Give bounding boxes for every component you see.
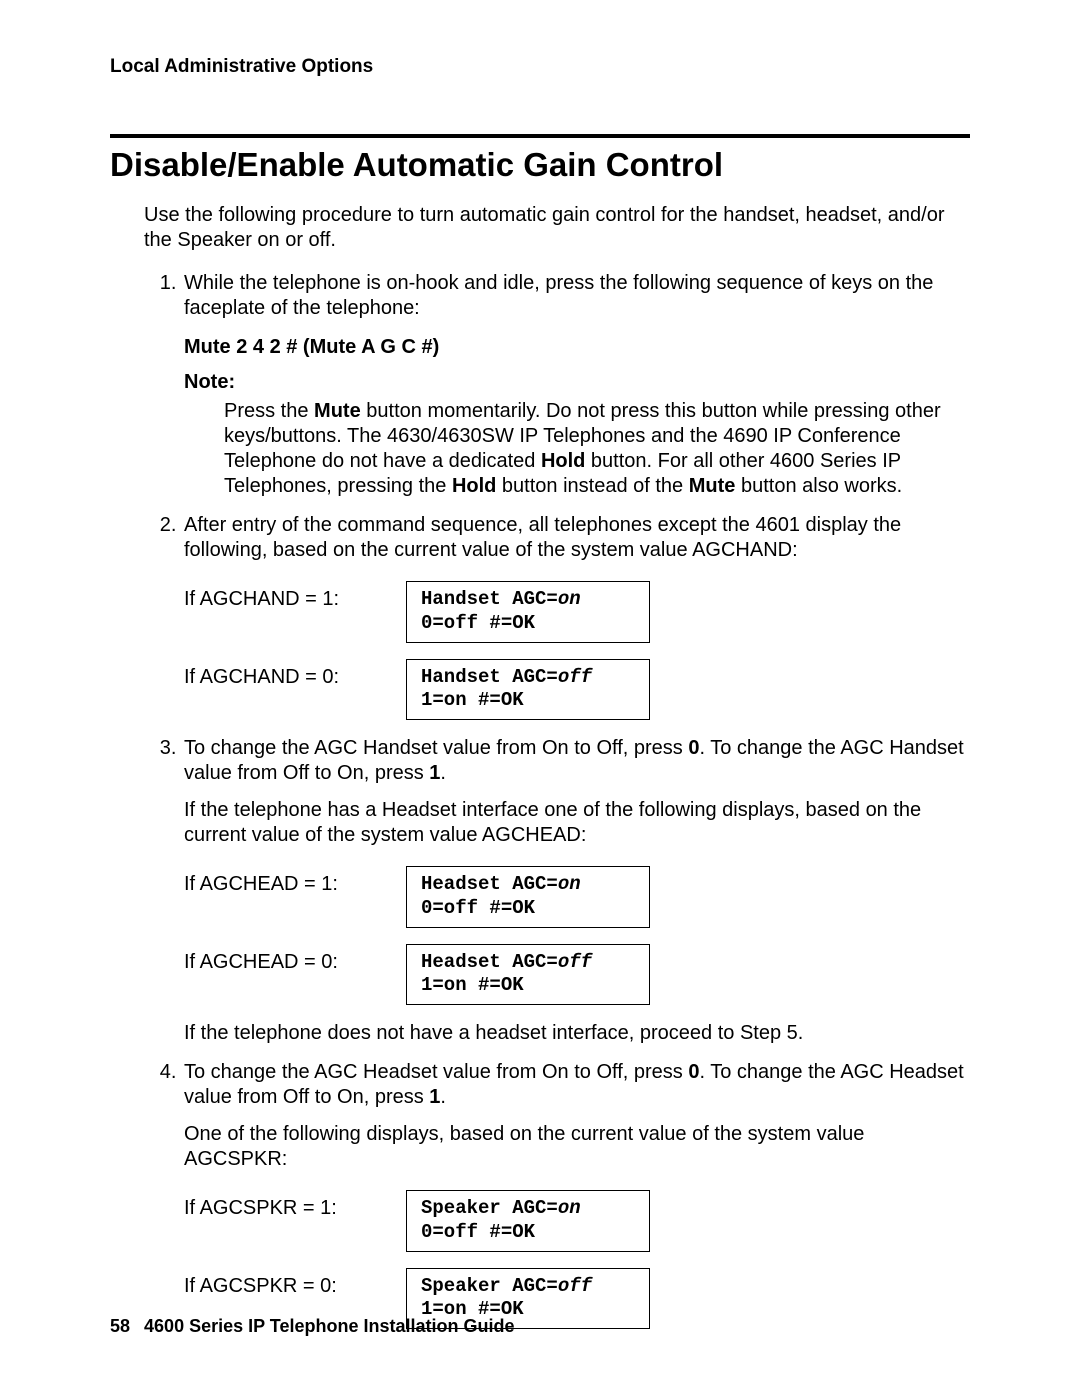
display-line: Handset AGC= bbox=[421, 666, 558, 688]
intro-paragraph: Use the following procedure to turn auto… bbox=[144, 203, 970, 253]
display-line: Speaker AGC= bbox=[421, 1197, 558, 1219]
key-1: 1 bbox=[429, 1086, 440, 1108]
display-state: off bbox=[558, 666, 592, 688]
display-box: Speaker AGC=on 0=off #=OK bbox=[406, 1190, 650, 1252]
section-rule bbox=[110, 134, 970, 138]
display-line: 0=off #=OK bbox=[421, 612, 635, 636]
step-3-text: To change the AGC Handset value from On … bbox=[184, 737, 964, 784]
display-line: 0=off #=OK bbox=[421, 1221, 635, 1245]
step-4-text: To change the AGC Headset value from On … bbox=[184, 1061, 964, 1108]
display-state: on bbox=[558, 1197, 581, 1219]
display-condition: If AGCSPKR = 1: bbox=[184, 1190, 406, 1221]
display-line: Speaker AGC= bbox=[421, 1275, 558, 1297]
step-2: After entry of the command sequence, all… bbox=[182, 513, 970, 720]
text: . bbox=[440, 1086, 446, 1108]
note-text: button also works. bbox=[735, 475, 902, 497]
agchand-display-table: If AGCHAND = 1: Handset AGC=on 0=off #=O… bbox=[184, 581, 970, 720]
procedure-list: While the telephone is on-hook and idle,… bbox=[144, 271, 970, 1329]
key-0: 0 bbox=[688, 1061, 699, 1083]
display-condition: If AGCHEAD = 1: bbox=[184, 866, 406, 897]
display-row: If AGCSPKR = 1: Speaker AGC=on 0=off #=O… bbox=[184, 1190, 970, 1252]
key-0: 0 bbox=[688, 737, 699, 759]
text: To change the AGC Handset value from On … bbox=[184, 737, 688, 759]
hold-keyword: Hold bbox=[541, 450, 585, 472]
mute-keyword: Mute bbox=[314, 400, 361, 422]
display-state: off bbox=[558, 1275, 592, 1297]
page: Local Administrative Options Disable/Ena… bbox=[0, 0, 1080, 1397]
display-line: Headset AGC= bbox=[421, 873, 558, 895]
display-state: on bbox=[558, 873, 581, 895]
display-condition: If AGCHAND = 1: bbox=[184, 581, 406, 612]
agchead-display-table: If AGCHEAD = 1: Headset AGC=on 0=off #=O… bbox=[184, 866, 970, 1005]
hold-keyword: Hold bbox=[452, 475, 496, 497]
step-3-para3: If the telephone does not have a headset… bbox=[184, 1021, 970, 1046]
note-label: Note: bbox=[184, 370, 970, 395]
display-row: If AGCHEAD = 0: Headset AGC=off 1=on #=O… bbox=[184, 944, 970, 1006]
step-3-para2: If the telephone has a Headset interface… bbox=[184, 798, 970, 848]
step-3: To change the AGC Handset value from On … bbox=[182, 736, 970, 1046]
display-row: If AGCHAND = 1: Handset AGC=on 0=off #=O… bbox=[184, 581, 970, 643]
page-number: 58 bbox=[110, 1315, 130, 1338]
display-box: Headset AGC=on 0=off #=OK bbox=[406, 866, 650, 928]
text: . bbox=[440, 762, 446, 784]
display-line: Headset AGC= bbox=[421, 951, 558, 973]
step-4: To change the AGC Headset value from On … bbox=[182, 1060, 970, 1329]
display-state: on bbox=[558, 588, 581, 610]
note-body: Press the Mute button momentarily. Do no… bbox=[224, 399, 970, 499]
page-footer: 58 4600 Series IP Telephone Installation … bbox=[110, 1315, 515, 1338]
display-row: If AGCHEAD = 1: Headset AGC=on 0=off #=O… bbox=[184, 866, 970, 928]
step-4-para2: One of the following displays, based on … bbox=[184, 1122, 970, 1172]
display-box: Headset AGC=off 1=on #=OK bbox=[406, 944, 650, 1006]
key-sequence: Mute 2 4 2 # (Mute A G C #) bbox=[184, 335, 970, 360]
display-condition: If AGCHEAD = 0: bbox=[184, 944, 406, 975]
display-line: 1=on #=OK bbox=[421, 974, 635, 998]
display-box: Handset AGC=on 0=off #=OK bbox=[406, 581, 650, 643]
display-condition: If AGCSPKR = 0: bbox=[184, 1268, 406, 1299]
step-1: While the telephone is on-hook and idle,… bbox=[182, 271, 970, 499]
note-text: Press the bbox=[224, 400, 314, 422]
text: To change the AGC Headset value from On … bbox=[184, 1061, 688, 1083]
running-header: Local Administrative Options bbox=[110, 55, 970, 79]
display-state: off bbox=[558, 951, 592, 973]
step-2-text: After entry of the command sequence, all… bbox=[184, 514, 901, 561]
display-condition: If AGCHAND = 0: bbox=[184, 659, 406, 690]
display-line: 1=on #=OK bbox=[421, 689, 635, 713]
display-box: Handset AGC=off 1=on #=OK bbox=[406, 659, 650, 721]
display-line: 0=off #=OK bbox=[421, 897, 635, 921]
section-title: Disable/Enable Automatic Gain Control bbox=[110, 144, 970, 185]
display-row: If AGCHAND = 0: Handset AGC=off 1=on #=O… bbox=[184, 659, 970, 721]
note-text: button instead of the bbox=[496, 475, 688, 497]
footer-title: 4600 Series IP Telephone Installation Gu… bbox=[144, 1316, 514, 1336]
step-1-text: While the telephone is on-hook and idle,… bbox=[184, 272, 933, 319]
key-1: 1 bbox=[429, 762, 440, 784]
display-line: Handset AGC= bbox=[421, 588, 558, 610]
agcspkr-display-table: If AGCSPKR = 1: Speaker AGC=on 0=off #=O… bbox=[184, 1190, 970, 1329]
mute-keyword: Mute bbox=[689, 475, 736, 497]
